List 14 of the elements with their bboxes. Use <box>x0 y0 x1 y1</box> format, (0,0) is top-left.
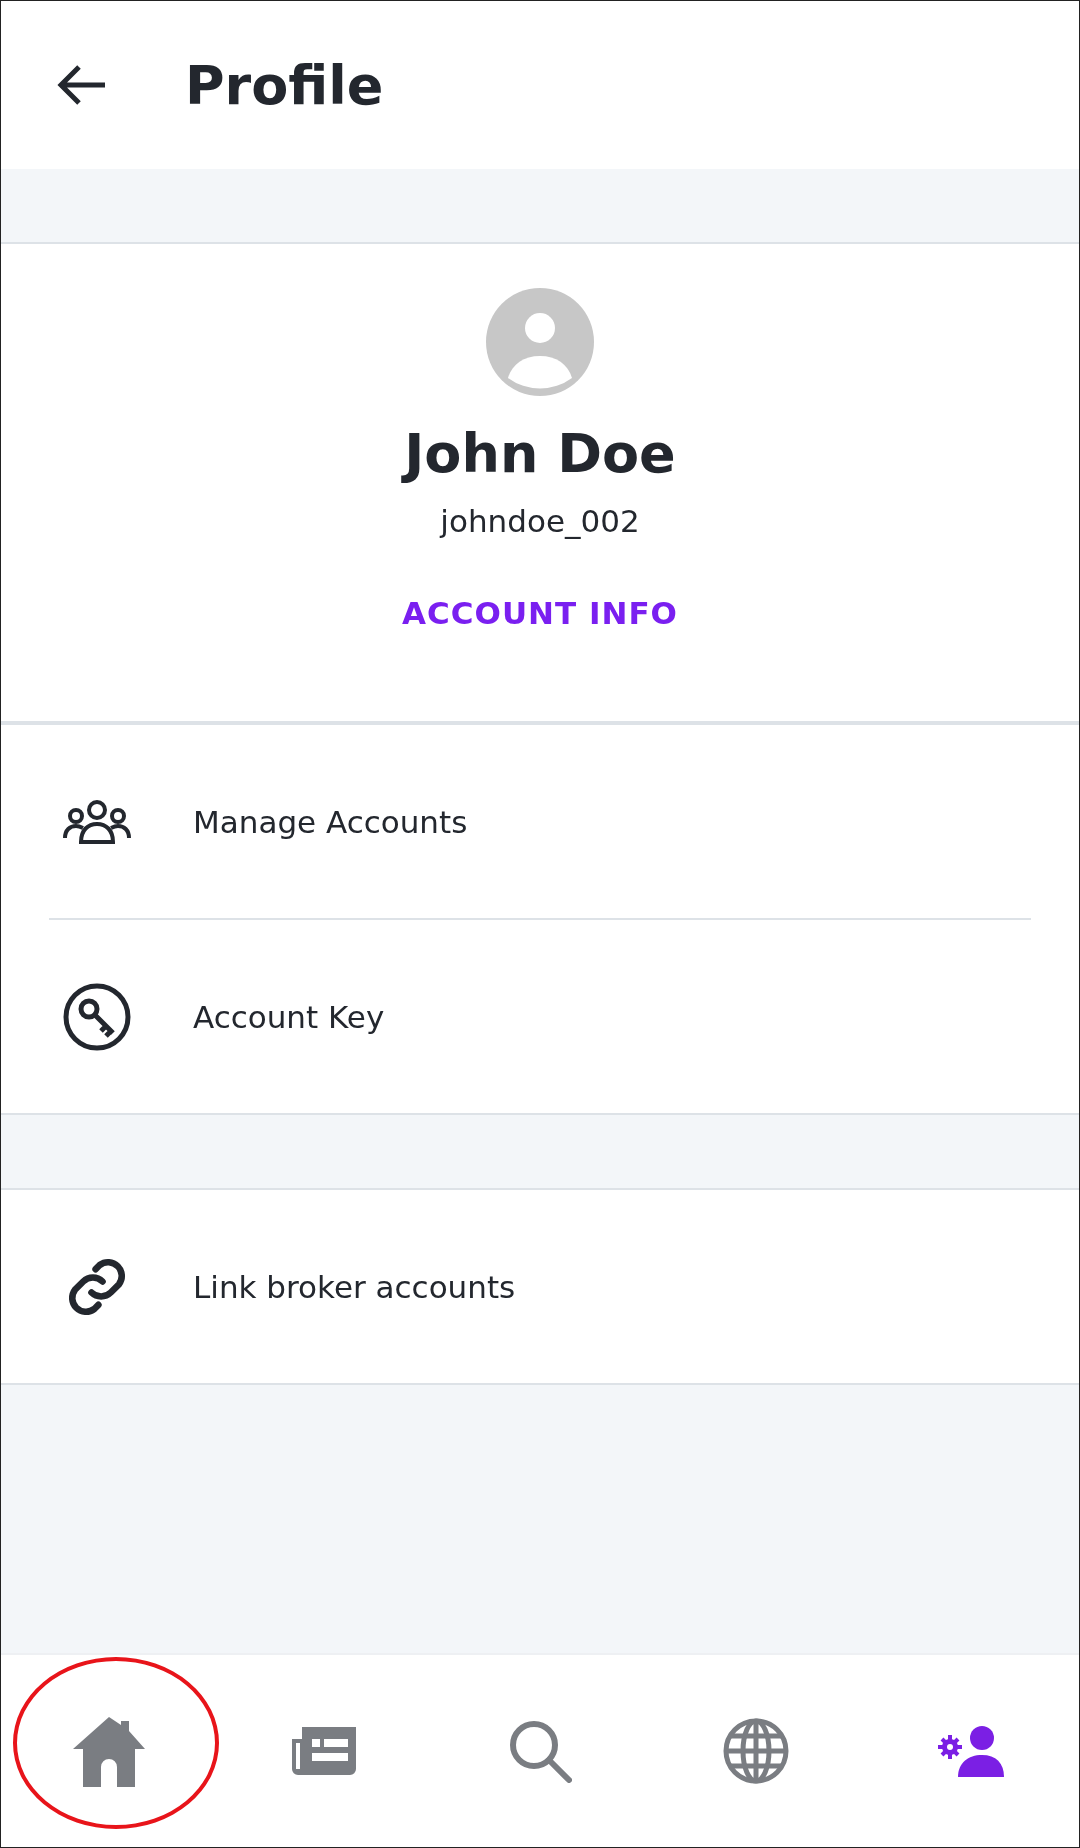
newspaper-icon[interactable] <box>290 1725 359 1777</box>
menu-row[interactable]: Manage Accounts <box>1 725 1079 918</box>
profile-settings-icon[interactable] <box>938 1725 1005 1777</box>
page-title: Profile <box>185 53 384 117</box>
globe-icon[interactable] <box>722 1718 789 1784</box>
search-icon[interactable] <box>508 1719 572 1783</box>
menu-row[interactable]: Link broker accounts <box>1 1190 1079 1383</box>
back-arrow-icon[interactable] <box>57 64 107 106</box>
account-info-link[interactable]: ACCOUNT INFO <box>402 595 678 631</box>
menu-row[interactable]: Account Key <box>1 920 1079 1113</box>
avatar-icon <box>486 288 594 396</box>
key-icon <box>62 981 132 1052</box>
people-icon <box>63 797 131 846</box>
username: johndoe_002 <box>440 503 640 539</box>
